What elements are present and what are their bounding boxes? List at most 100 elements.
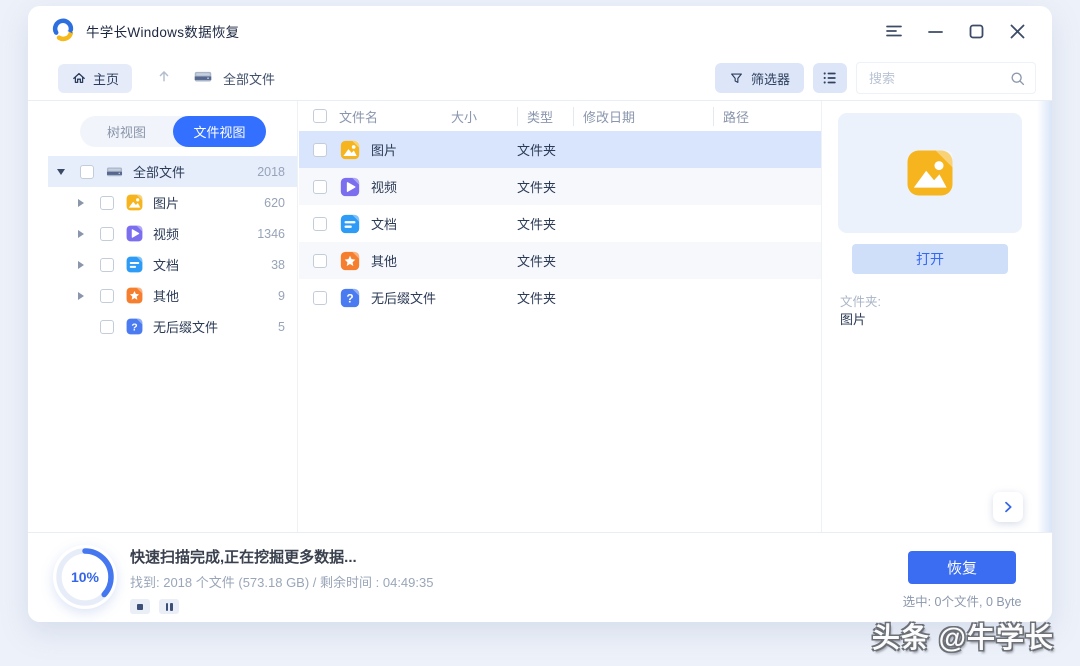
minimize-button[interactable] <box>922 19 948 43</box>
row-checkbox[interactable] <box>313 254 327 268</box>
tree-item-count: 5 <box>278 320 285 334</box>
breadcrumb[interactable]: 全部文件 <box>223 69 275 88</box>
funnel-icon <box>729 71 744 86</box>
app-window: 牛学长Windows数据恢复 主页 全部文件 <box>28 6 1052 622</box>
file-tree: 全部文件 2018 图片620 视频 1346 文档38其他9?无后缀文件5 <box>48 156 297 342</box>
sidebar: 树视图文件视图 全部文件 2018 图片620 视频 1346 文档38其他9?无后缀文件… <box>48 101 298 532</box>
recover-button[interactable]: 恢复 <box>908 551 1016 584</box>
file-name: 其他 <box>371 251 397 270</box>
tree-item-label: 全部文件 <box>133 162 185 181</box>
table-row[interactable]: 图片 文件夹 <box>299 131 821 168</box>
up-level-icon[interactable] <box>156 68 172 89</box>
app-title: 牛学长Windows数据恢复 <box>86 21 239 41</box>
file-type: 文件夹 <box>517 288 573 307</box>
row-checkbox[interactable] <box>313 180 327 194</box>
table-row[interactable]: ? 无后缀文件 文件夹 <box>299 279 821 316</box>
file-type: 文件夹 <box>517 251 573 270</box>
sidebar-tree-item[interactable]: 全部文件 2018 <box>48 156 297 187</box>
view-tab-tree[interactable]: 树视图 <box>80 116 173 147</box>
home-button[interactable]: 主页 <box>58 64 132 93</box>
video-file-icon <box>125 224 144 243</box>
sidebar-tree-item[interactable]: 文档38 <box>48 249 297 280</box>
expand-arrow-icon[interactable] <box>76 199 86 207</box>
other-file-icon <box>339 250 361 272</box>
pause-scan-button[interactable] <box>159 599 179 614</box>
tree-checkbox[interactable] <box>100 258 114 272</box>
row-checkbox[interactable] <box>313 291 327 305</box>
list-view-icon <box>821 69 839 87</box>
filter-button[interactable]: 筛选器 <box>715 63 804 93</box>
tree-item-count: 2018 <box>257 165 285 179</box>
column-header[interactable]: 大小 <box>451 107 517 126</box>
preview-folder-label: 文件夹: <box>840 291 881 310</box>
sidebar-tree-item[interactable]: 视频 1346 <box>48 218 297 249</box>
collapse-arrow-icon[interactable] <box>56 169 66 175</box>
open-button[interactable]: 打开 <box>852 244 1008 274</box>
select-all-checkbox[interactable] <box>313 109 327 123</box>
list-view-button[interactable] <box>813 63 847 93</box>
column-header[interactable]: 路径 <box>713 107 821 126</box>
search-icon[interactable] <box>1009 70 1026 87</box>
row-checkbox[interactable] <box>313 217 327 231</box>
preview-thumbnail <box>838 113 1022 233</box>
expand-arrow-icon[interactable] <box>76 230 86 238</box>
sidebar-tree-item[interactable]: ?无后缀文件5 <box>48 311 297 342</box>
column-header[interactable]: 文件名 <box>339 107 451 126</box>
column-header[interactable]: 修改日期 <box>573 107 713 126</box>
expand-arrow-icon[interactable] <box>76 292 86 300</box>
tree-item-label: 视频 <box>153 224 179 243</box>
file-name: 无后缀文件 <box>371 288 436 307</box>
content-area: 树视图文件视图 全部文件2018图片620视频1346文档38其他9?无后缀文件… <box>28 100 1052 533</box>
maximize-button[interactable] <box>963 19 989 43</box>
view-tab-file[interactable]: 文件视图 <box>173 116 266 147</box>
watermark: 头条 @牛学长 <box>872 616 1054 656</box>
svg-text:?: ? <box>346 291 353 305</box>
titlebar: 牛学长Windows数据恢复 <box>28 6 1052 56</box>
row-checkbox[interactable] <box>313 143 327 157</box>
file-type: 文件夹 <box>517 177 573 196</box>
view-toggle: 树视图文件视图 <box>80 116 266 147</box>
column-header[interactable]: 类型 <box>517 107 573 126</box>
search-box <box>856 62 1036 94</box>
table-row[interactable]: 其他 文件夹 <box>299 242 821 279</box>
svg-text:?: ? <box>131 322 137 333</box>
tree-checkbox[interactable] <box>100 227 114 241</box>
image-file-icon <box>125 193 144 212</box>
tree-checkbox[interactable] <box>100 320 114 334</box>
file-type: 文件夹 <box>517 140 573 159</box>
document-file-icon <box>339 213 361 235</box>
next-file-button[interactable] <box>993 492 1023 522</box>
menu-icon[interactable] <box>881 19 907 43</box>
app-logo-icon <box>50 18 77 45</box>
sidebar-tree-item[interactable]: 其他9 <box>48 280 297 311</box>
tree-item-count: 9 <box>278 289 285 303</box>
tree-item-count: 620 <box>264 196 285 210</box>
home-label: 主页 <box>93 69 119 88</box>
drive-icon <box>105 162 124 181</box>
filter-label: 筛选器 <box>751 69 790 88</box>
scan-status-title: 快速扫描完成,正在挖掘更多数据... <box>130 546 433 567</box>
document-file-icon <box>125 255 144 274</box>
file-name: 图片 <box>371 140 397 159</box>
expand-arrow-icon[interactable] <box>76 261 86 269</box>
status-bar: 10% 快速扫描完成,正在挖掘更多数据... 找到: 2018 个文件 (573… <box>28 533 1052 622</box>
table-row[interactable]: 文档文件夹 <box>299 205 821 242</box>
search-input[interactable] <box>869 71 1009 86</box>
stop-scan-button[interactable] <box>130 599 150 614</box>
preview-folder-value: 图片 <box>840 309 866 328</box>
tree-checkbox[interactable] <box>100 289 114 303</box>
scan-progress-ring: 10% <box>53 545 117 609</box>
close-button[interactable] <box>1004 19 1030 43</box>
preview-panel: 打开 文件夹: 图片 <box>822 101 1052 532</box>
table-row[interactable]: 视频文件夹 <box>299 168 821 205</box>
tree-checkbox[interactable] <box>80 165 94 179</box>
toolbar: 主页 全部文件 筛选器 <box>28 56 1052 100</box>
table-header: 文件名大小类型修改日期路径 <box>299 101 821 131</box>
home-icon <box>71 70 87 86</box>
unknown-file-icon: ? <box>125 317 144 336</box>
stop-icon <box>137 604 143 610</box>
tree-checkbox[interactable] <box>100 196 114 210</box>
file-name: 文档 <box>371 214 397 233</box>
sidebar-tree-item[interactable]: 图片620 <box>48 187 297 218</box>
tree-item-count: 1346 <box>257 227 285 241</box>
